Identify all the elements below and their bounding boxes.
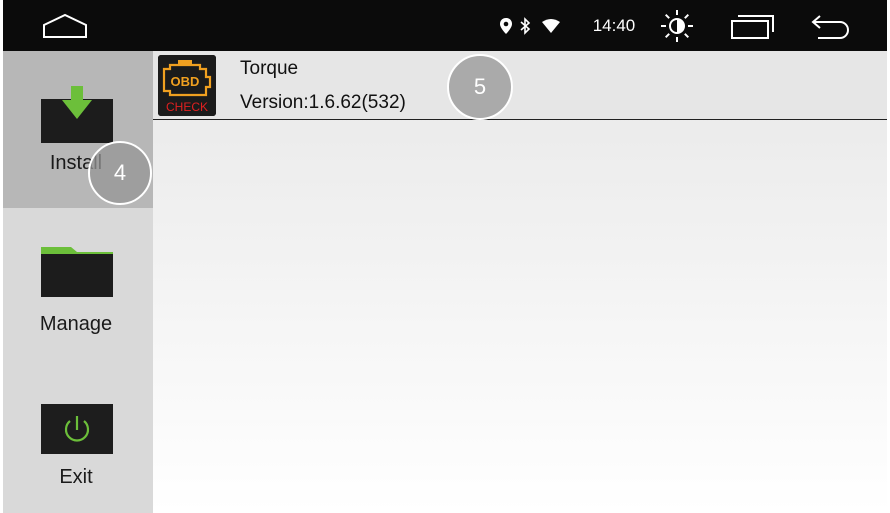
svg-text:CHECK: CHECK [166, 100, 208, 114]
bluetooth-icon [517, 0, 533, 51]
download-icon [41, 86, 113, 143]
folder-icon [41, 247, 113, 297]
app-version: Version:1.6.62(532) [240, 92, 406, 113]
step-marker-4: 4 [88, 141, 152, 205]
wifi-icon [541, 0, 561, 51]
location-icon [497, 0, 515, 51]
brightness-icon[interactable] [659, 0, 695, 51]
list-item[interactable]: OBD CHECK Torque Version:1.6.62(532) [153, 51, 887, 120]
sidebar-item-label: Manage [39, 313, 113, 335]
app-list: OBD CHECK Torque Version:1.6.62(532) [153, 51, 887, 513]
step-marker-5: 5 [447, 54, 513, 120]
recent-apps-icon[interactable] [729, 0, 777, 51]
status-bar: 14:40 [3, 0, 887, 51]
installer-window: 14:40 Install Manage Exit OBD CHECK Torq… [3, 0, 887, 513]
power-icon [41, 404, 113, 454]
app-name: Torque [240, 58, 299, 79]
obd-check-icon: OBD CHECK [158, 55, 216, 116]
status-time: 14:40 [592, 15, 636, 35]
svg-text:OBD: OBD [171, 74, 200, 89]
back-icon[interactable] [809, 0, 855, 51]
home-icon[interactable] [41, 0, 89, 51]
sidebar-item-exit[interactable]: Exit [3, 358, 153, 513]
sidebar-item-manage[interactable]: Manage [3, 208, 153, 358]
sidebar: Install Manage Exit [3, 51, 153, 513]
sidebar-item-label: Exit [59, 466, 93, 488]
